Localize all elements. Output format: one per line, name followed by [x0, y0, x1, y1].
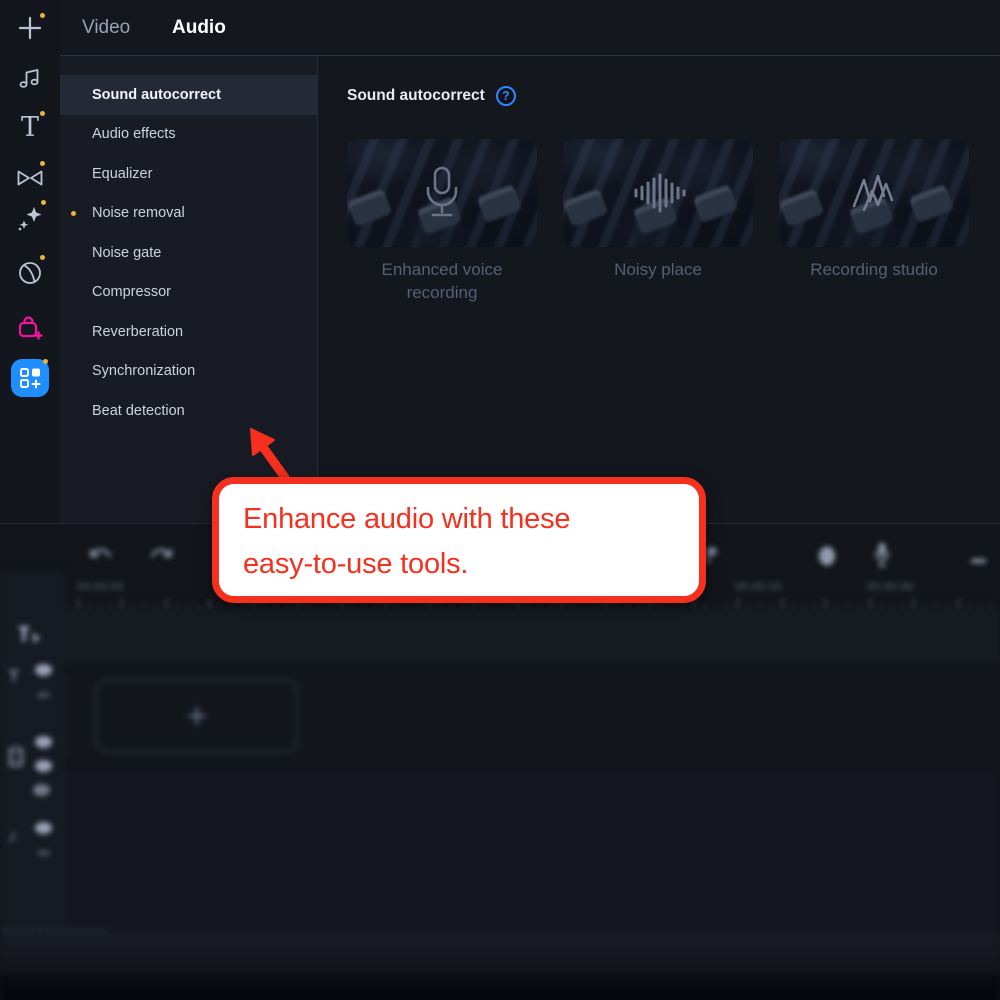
- import-media-button[interactable]: [0, 6, 60, 50]
- store-bag-icon: [18, 316, 43, 340]
- music-tool-button[interactable]: [0, 56, 60, 100]
- video-track-row[interactable]: [65, 672, 1000, 760]
- media-dropzone[interactable]: [95, 679, 298, 753]
- menu-item-label: Noise removal: [92, 205, 185, 222]
- menu-item-noise-gate[interactable]: Noise gate: [60, 233, 317, 273]
- store-button[interactable]: [0, 306, 60, 350]
- titles-icon: T: [20, 111, 39, 143]
- audio-track-icon: ♪: [8, 826, 17, 846]
- timeline-footer-strip: [0, 933, 1000, 973]
- record-button[interactable]: [817, 545, 837, 572]
- window-bottom-edge: [0, 973, 1000, 1000]
- new-badge-dot: [41, 200, 46, 205]
- video-track-visibility-toggle[interactable]: [35, 736, 52, 748]
- ruler-timestamp: 00:00:20: [735, 581, 782, 593]
- menu-item-label: Compressor: [92, 284, 171, 301]
- menu-item-noise-removal[interactable]: Noise removal: [60, 194, 317, 234]
- title-track-icon: T: [9, 668, 19, 685]
- sidebar-rail: T: [0, 0, 60, 523]
- menu-item-label: Synchronization: [92, 363, 196, 380]
- more-tools-button[interactable]: [0, 251, 60, 295]
- packages-grid-icon: [11, 359, 49, 397]
- record-circle-icon: [819, 546, 835, 566]
- menu-item-label: Audio effects: [92, 126, 176, 143]
- preset-thumbnail: [347, 139, 537, 247]
- undo-button[interactable]: [88, 544, 114, 571]
- preset-cards: Enhanced voice recording Noisy place Rec…: [347, 139, 969, 304]
- menu-item-label: Sound autocorrect: [92, 86, 221, 103]
- redo-button[interactable]: [148, 544, 174, 571]
- more-tools-icon: [19, 262, 41, 284]
- menu-item-reverberation[interactable]: Reverberation: [60, 312, 317, 352]
- menu-item-equalizer[interactable]: Equalizer: [60, 154, 317, 194]
- minus-icon: [971, 559, 986, 563]
- title-track-row[interactable]: [65, 609, 1000, 664]
- new-badge-dot: [71, 210, 76, 216]
- effects-tool-button[interactable]: [0, 196, 60, 240]
- new-badge-dot: [40, 111, 45, 116]
- audio-track-mute-toggle[interactable]: [35, 822, 52, 834]
- effects-sparkle-icon: [18, 207, 42, 231]
- menu-item-compressor[interactable]: Compressor: [60, 273, 317, 313]
- preset-label: Noisy place: [614, 260, 702, 279]
- microphone-icon: [875, 543, 889, 567]
- preset-label: Enhanced voice recording: [381, 260, 503, 302]
- waveform-icon: [563, 139, 753, 247]
- new-badge-dot: [40, 255, 45, 260]
- microphone-icon: [347, 139, 537, 247]
- audio-track-row[interactable]: [65, 768, 1000, 933]
- transitions-tool-button[interactable]: [0, 156, 60, 200]
- flag-icon: [707, 546, 718, 564]
- ruler-timestamp: 00:00:30: [867, 581, 914, 593]
- transitions-icon: [17, 170, 43, 186]
- video-track-lock-toggle[interactable]: [33, 784, 50, 796]
- titles-tool-button[interactable]: T: [0, 105, 60, 149]
- marker-button[interactable]: [706, 546, 720, 569]
- redo-icon: [151, 548, 173, 558]
- tab-audio[interactable]: Audio: [172, 0, 226, 56]
- new-badge-dot: [43, 359, 48, 364]
- ruler-timestamp: 00:00:00: [77, 581, 124, 593]
- menu-item-synchronization[interactable]: Synchronization: [60, 352, 317, 392]
- tooltip-text-line: easy-to-use tools.: [243, 548, 469, 580]
- tutorial-tooltip: Enhance audio with these easy-to-use too…: [212, 477, 706, 603]
- preset-enhanced-voice-recording[interactable]: Enhanced voice recording: [347, 139, 537, 304]
- menu-item-sound-autocorrect[interactable]: Sound autocorrect: [60, 75, 317, 115]
- preset-thumbnail: [779, 139, 969, 247]
- wave-lines-icon: [779, 139, 969, 247]
- voiceover-button[interactable]: [874, 542, 890, 573]
- menu-item-label: Reverberation: [92, 323, 184, 340]
- video-track-icon: [9, 747, 23, 767]
- video-track-mute-toggle[interactable]: [35, 760, 52, 772]
- new-badge-dot: [40, 161, 45, 166]
- tooltip-text-line: Enhance audio with these: [243, 503, 571, 535]
- help-question-icon[interactable]: ?: [495, 86, 516, 106]
- pane-title: Sound autocorrect: [347, 87, 485, 104]
- audio-track-lock-toggle[interactable]: [37, 850, 50, 856]
- menu-item-label: Noise gate: [92, 244, 162, 261]
- preset-label: Recording studio: [810, 260, 938, 279]
- effect-packages-button[interactable]: [0, 356, 60, 400]
- title-track-visibility-toggle[interactable]: [35, 664, 52, 676]
- music-note-icon: [19, 69, 39, 88]
- menu-item-audio-effects[interactable]: Audio effects: [60, 115, 317, 155]
- menu-item-label: Beat detection: [92, 402, 185, 419]
- zoom-out-button[interactable]: [970, 551, 988, 569]
- menu-item-label: Equalizer: [92, 165, 153, 182]
- title-track-lock-toggle[interactable]: [37, 692, 50, 698]
- collection-tabbar: Video Audio: [60, 0, 1000, 56]
- plus-icon: [18, 16, 42, 40]
- editor-top-panel: T Video Audio Sound autocorrect Audio ef…: [0, 0, 1000, 523]
- preset-noisy-place[interactable]: Noisy place: [563, 139, 753, 304]
- tab-video[interactable]: Video: [82, 0, 130, 56]
- add-sparkle-icon: [184, 704, 209, 728]
- undo-icon: [89, 548, 111, 558]
- track-header-column: T ♪: [0, 570, 65, 933]
- preset-thumbnail: [563, 139, 753, 247]
- sound-autocorrect-pane: Sound autocorrect ? Enhanced voice recor…: [319, 57, 1000, 523]
- preset-recording-studio[interactable]: Recording studio: [779, 139, 969, 304]
- track-filter-icon[interactable]: [16, 622, 46, 646]
- new-badge-dot: [40, 13, 45, 18]
